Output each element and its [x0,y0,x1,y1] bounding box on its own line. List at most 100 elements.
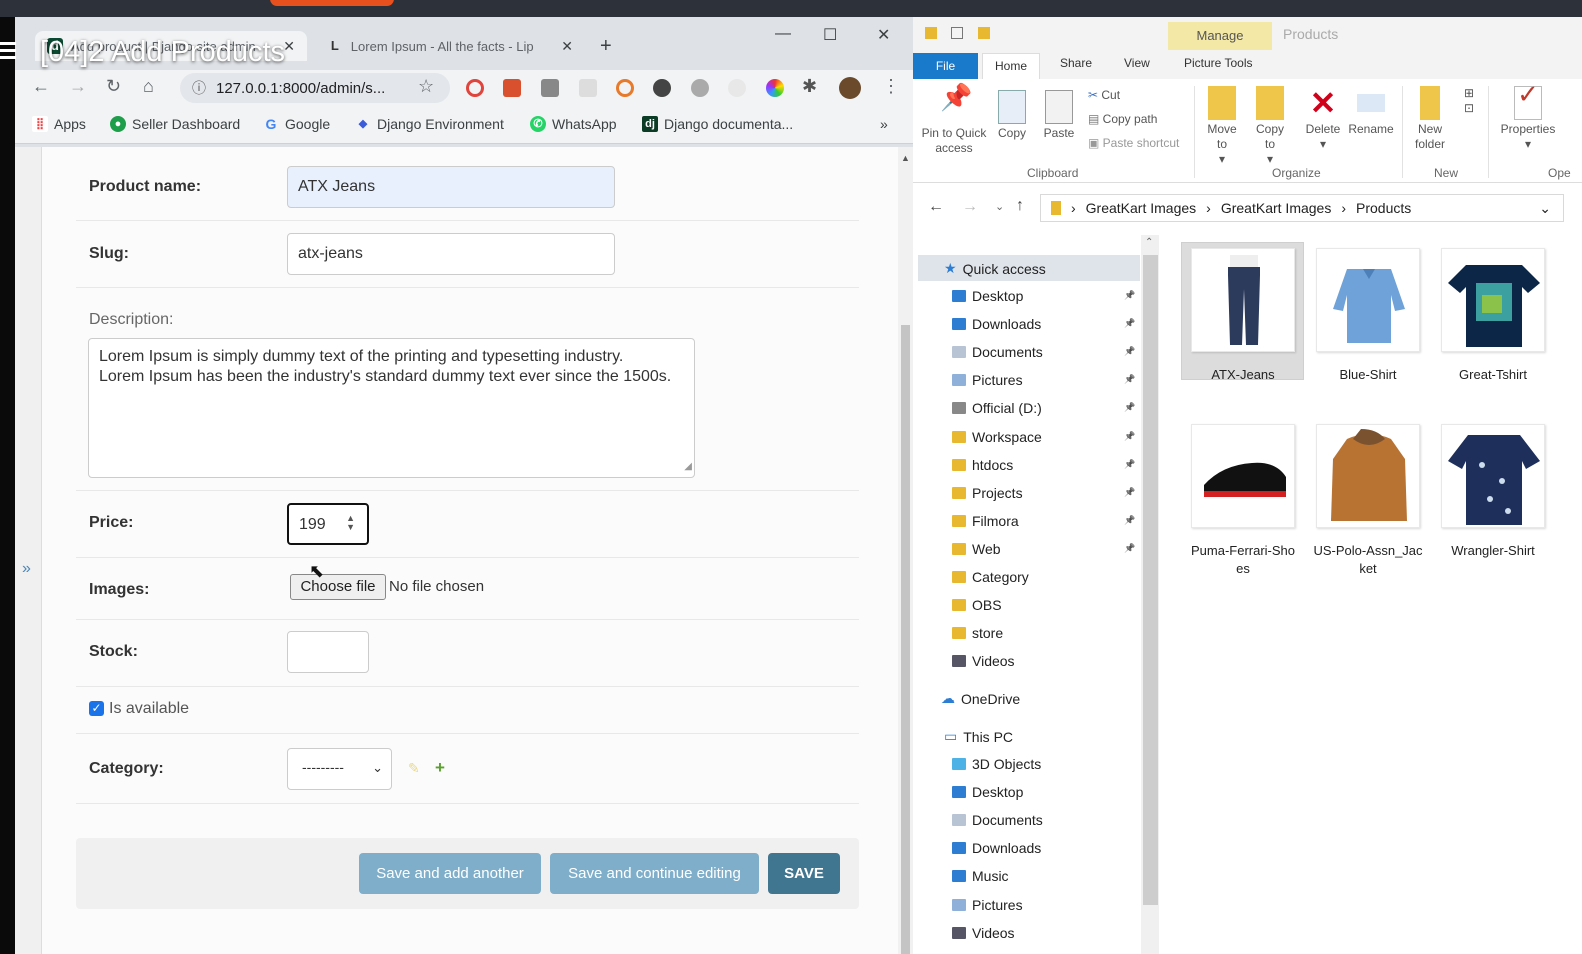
pin-icon[interactable]: 📌 [1124,487,1135,498]
scroll-up-icon[interactable]: ▲ [901,153,910,163]
tree-item[interactable]: Downloads [952,840,1041,856]
playlist-menu-icon[interactable] [0,42,18,66]
back-icon[interactable]: ← [928,198,944,216]
puzzle-extensions-icon[interactable]: ✱ [802,76,817,97]
maximize-icon[interactable]: ☐ [823,25,837,45]
tab-lorem-ipsum[interactable]: L Lorem Ipsum - All the facts - Lip ✕ [315,31,585,61]
tree-item[interactable]: Category [952,569,1029,585]
extension-icon[interactable] [691,79,709,97]
pin-icon[interactable]: 📌 [1124,431,1135,442]
tree-this-pc[interactable]: ▭ This PC [944,728,1013,745]
page-scrollbar[interactable]: ▲ [898,147,913,954]
forward-icon[interactable]: → [69,76,87,97]
recent-locations-icon[interactable]: ⌄ [995,200,1004,213]
bookmarks-overflow-icon[interactable]: » [880,116,888,132]
is-available-checkbox[interactable]: ✓ [89,701,104,716]
tree-item[interactable]: Documents [952,344,1043,360]
scroll-up-icon[interactable]: ⌃ [1145,237,1153,248]
new-folder-icon[interactable] [977,27,990,39]
new-folder-button[interactable]: New folder [1408,86,1452,152]
file-thumbnail[interactable]: Wrangler-Shirt [1435,424,1551,560]
save-button[interactable]: SAVE [768,853,840,894]
copy-to-button[interactable]: Copy to ▾ [1250,86,1290,167]
tab-file[interactable]: File [913,53,978,79]
manage-tab[interactable]: Manage [1168,22,1272,50]
save-and-continue-button[interactable]: Save and continue editing [550,853,759,894]
tab-share[interactable]: Share [1060,56,1092,70]
file-thumbnail[interactable]: US-Polo-Assn_Jac ket [1310,424,1426,578]
tree-item[interactable]: Videos [952,925,1015,941]
file-thumbnail[interactable]: Puma-Ferrari-Sho es [1185,424,1301,578]
breadcrumb-item[interactable]: Products [1356,200,1411,216]
pin-icon[interactable]: 📌 [1124,402,1135,413]
add-category-icon[interactable]: + [435,758,445,778]
paste-button[interactable]: Paste [1039,90,1079,141]
properties-button[interactable]: ✓ Properties ▾ [1496,81,1560,152]
price-input[interactable]: 199 ▲ ▼ [287,503,369,545]
tree-item[interactable]: Desktop [952,784,1023,800]
tree-item[interactable]: Web [952,541,1001,557]
minimize-icon[interactable]: — [775,25,791,43]
up-folder-icon[interactable]: ↑ [1016,197,1024,215]
tree-item[interactable]: Pictures [952,897,1023,913]
pin-icon[interactable]: 📌 [1124,346,1135,357]
copy-button[interactable]: Copy [992,90,1032,141]
tree-item[interactable]: Filmora [952,513,1019,529]
scroll-thumb[interactable] [1143,255,1158,905]
tree-onedrive[interactable]: ☁ OneDrive [941,690,1020,707]
tree-item[interactable]: Workspace [952,429,1042,445]
pin-icon[interactable]: 📌 [1124,318,1135,329]
pin-icon[interactable]: 📌 [1124,515,1135,526]
address-bar[interactable]: ⓘ 127.0.0.1:8000/admin/s... [180,73,450,103]
path-dropdown-icon[interactable]: ⌄ [1539,200,1551,217]
tree-item[interactable]: Pictures [952,372,1023,388]
paste-shortcut-button[interactable]: ▣ Paste shortcut [1088,136,1179,151]
resize-handle-icon[interactable]: ◢ [684,457,692,477]
tree-item[interactable]: htdocs [952,457,1013,473]
bookmark-star-icon[interactable]: ☆ [418,76,434,97]
tab-view[interactable]: View [1124,56,1150,70]
copy-path-button[interactable]: ▤ Copy path [1088,112,1157,127]
close-tab-icon[interactable]: ✕ [561,38,573,55]
bookmark-django-env[interactable]: ◆ Django Environment [355,116,504,132]
forward-icon[interactable]: → [962,198,978,216]
pin-icon[interactable]: 📌 [1124,290,1135,301]
tree-item[interactable]: Documents [952,812,1043,828]
bookmark-apps[interactable]: ⣿ Apps [32,116,86,132]
cut-button[interactable]: ✂ Cut [1088,88,1120,103]
choose-file-button[interactable]: Choose file [290,574,386,600]
properties-icon[interactable] [951,27,964,39]
tree-item[interactable]: Desktop [952,288,1023,304]
rename-button[interactable]: Rename [1347,86,1395,137]
tree-item[interactable]: store [952,625,1003,641]
bookmark-google[interactable]: G Google [263,116,331,132]
delete-button[interactable]: ✕ Delete ▾ [1303,86,1343,152]
extension-icon[interactable] [579,79,597,97]
breadcrumb-item[interactable]: GreatKart Images [1086,200,1197,216]
tab-picture-tools[interactable]: Picture Tools [1184,56,1252,70]
tree-quick-access[interactable]: ★ Quick access [944,260,1046,277]
bookmark-seller-dashboard[interactable]: ● Seller Dashboard [110,116,240,132]
file-thumbnail[interactable]: ATX-Jeans [1185,248,1301,384]
tree-item[interactable]: OBS [952,597,1002,613]
pin-icon[interactable]: 📌 [1124,543,1135,554]
file-thumbnail[interactable]: Blue-Shirt [1310,248,1426,384]
toggle-nav-sidebar[interactable]: » [22,560,31,578]
close-window-icon[interactable]: ✕ [877,25,890,45]
back-icon[interactable]: ← [32,76,50,97]
number-spinner-icon[interactable]: ▲ ▼ [346,514,355,532]
avatar[interactable] [839,77,861,99]
camera-icon[interactable] [541,79,559,97]
explorer-path-bar[interactable]: › GreatKart Images › GreatKart Images › … [1040,194,1564,222]
pin-icon[interactable]: 📌 [1124,374,1135,385]
pin-quick-access-button[interactable]: 📌 Pin to Quick access [918,84,990,156]
product-name-input[interactable]: ATX Jeans [287,166,615,208]
pin-icon[interactable]: 📌 [1124,459,1135,470]
color-picker-icon[interactable] [766,79,784,97]
home-icon[interactable]: ⌂ [143,76,154,97]
description-textarea[interactable]: Lorem Ipsum is simply dummy text of the … [88,338,695,478]
tree-item[interactable]: Music [952,868,1009,884]
tree-item[interactable]: Videos [952,653,1015,669]
stock-input[interactable] [287,631,369,673]
edit-pencil-icon[interactable]: ✎ [408,760,420,777]
